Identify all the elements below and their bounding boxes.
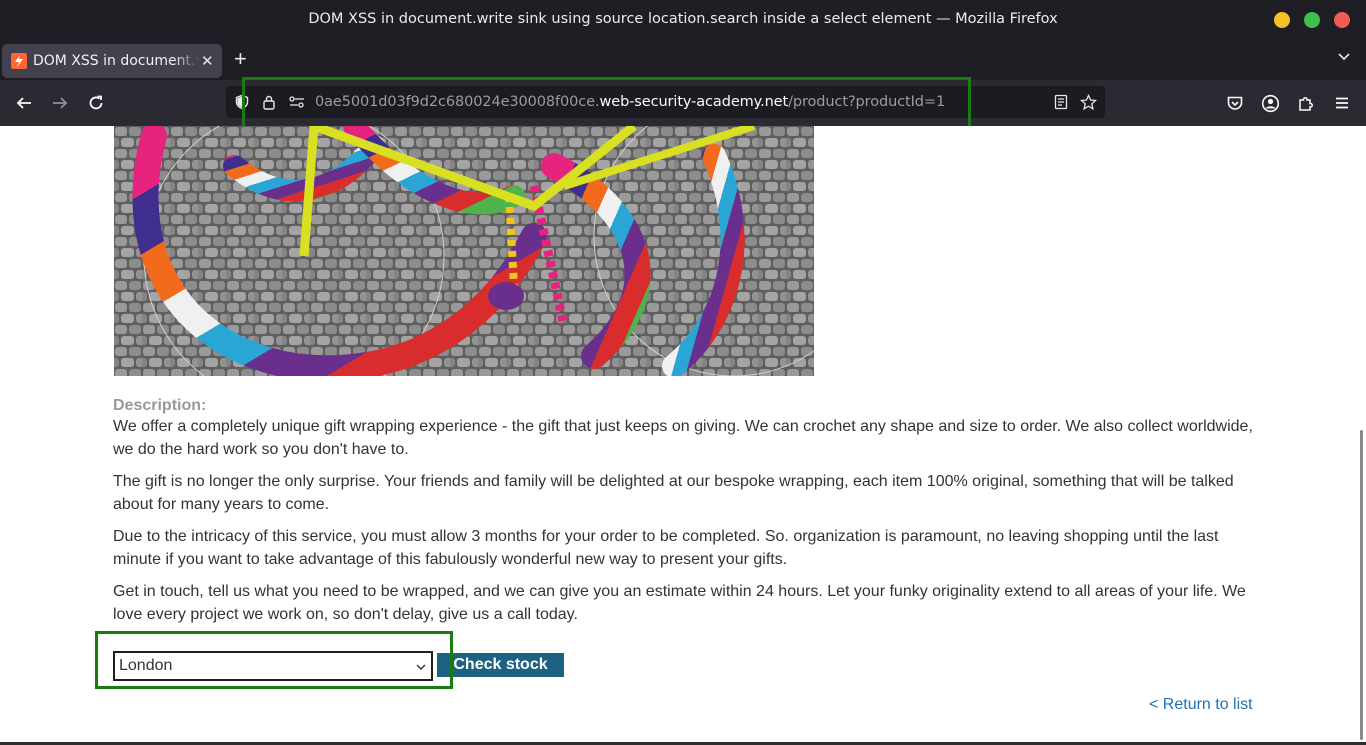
extensions-icon[interactable] — [1297, 94, 1315, 117]
new-tab-button[interactable]: + — [234, 48, 247, 70]
check-stock-button[interactable]: Check stock — [437, 653, 564, 677]
tab-list-chevron-icon[interactable] — [1337, 49, 1351, 68]
description-paragraph: The gift is no longer the only surprise.… — [113, 473, 1234, 513]
close-tab-icon[interactable]: ✕ — [201, 52, 214, 70]
reload-icon[interactable] — [87, 94, 105, 117]
description-paragraph: Get in touch, tell us what you need to b… — [113, 583, 1246, 623]
page-scrollbar[interactable] — [1360, 430, 1363, 740]
product-image — [114, 126, 814, 376]
tab-active[interactable]: DOM XSS in document.write sink using sou… — [2, 44, 222, 78]
tab-label: DOM XSS in document.write sink using sou… — [33, 53, 199, 69]
select-highlight-box — [95, 631, 453, 689]
lightning-icon — [11, 53, 27, 69]
account-icon[interactable] — [1261, 94, 1280, 118]
forward-arrow-icon[interactable] — [51, 94, 69, 117]
maximize-button[interactable] — [1304, 12, 1320, 28]
tab-strip: DOM XSS in document.write sink using sou… — [0, 40, 1366, 80]
window-titlebar: DOM XSS in document.write sink using sou… — [0, 0, 1366, 40]
back-arrow-icon[interactable] — [15, 94, 33, 117]
close-window-button[interactable] — [1334, 12, 1350, 28]
description-label: Description: — [113, 397, 207, 414]
description-paragraph: We offer a completely unique gift wrappi… — [113, 418, 1253, 458]
window-title: DOM XSS in document.write sink using sou… — [308, 11, 1058, 27]
description-paragraph: Due to the intricacy of this service, yo… — [113, 528, 1219, 568]
pocket-icon[interactable] — [1226, 94, 1244, 117]
bookmark-star-icon[interactable] — [1079, 93, 1098, 116]
return-to-list-link[interactable]: < Return to list — [1149, 696, 1253, 714]
minimize-button[interactable] — [1274, 12, 1290, 28]
url-highlight-box — [242, 77, 971, 131]
reader-view-icon[interactable] — [1053, 94, 1069, 115]
menu-icon[interactable] — [1333, 94, 1351, 117]
